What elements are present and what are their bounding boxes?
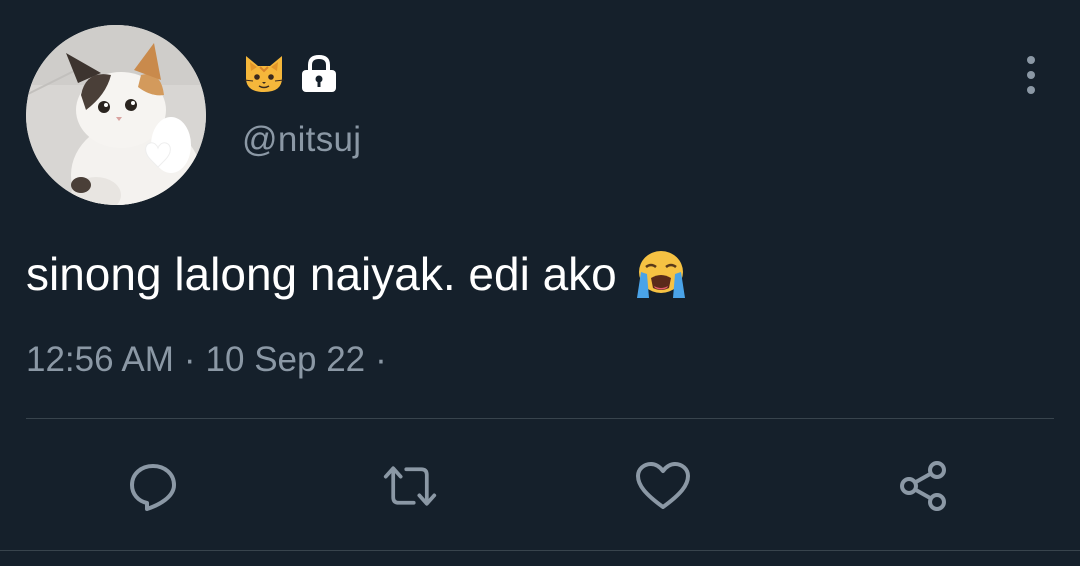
cat-face-emoji-icon [242, 52, 286, 96]
tweet-text-content: sinong lalong naiyak. edi ako [26, 248, 617, 300]
cat-avatar-image [26, 25, 206, 205]
tweet-timestamp: 12:56 AM · 10 Sep 22 · [26, 340, 397, 380]
user-handle[interactable]: @nitsuj [242, 120, 361, 160]
like-icon [636, 462, 690, 509]
divider [0, 550, 1080, 551]
separator: · [183, 340, 196, 379]
separator: · [375, 340, 387, 379]
avatar[interactable] [26, 25, 206, 205]
display-name-row [242, 52, 338, 96]
more-dot [1027, 56, 1035, 64]
retweet-icon [383, 466, 437, 506]
more-dot [1027, 86, 1035, 94]
more-options-icon[interactable] [1018, 54, 1044, 96]
tweet-detail: @nitsuj sinong lalong naiyak. edi ako 12… [0, 0, 1080, 566]
reply-icon [130, 464, 176, 511]
more-dot [1027, 71, 1035, 79]
share-button[interactable] [896, 458, 952, 514]
tweet-text: sinong lalong naiyak. edi ako [26, 245, 689, 303]
share-icon [900, 461, 946, 511]
tweet-date: 10 Sep 22 [205, 340, 366, 379]
like-button[interactable] [635, 458, 691, 514]
divider [26, 418, 1054, 419]
loudly-crying-face-emoji-icon [633, 248, 689, 300]
lock-icon [300, 54, 338, 94]
retweet-button[interactable] [382, 458, 438, 514]
reply-button[interactable] [125, 458, 181, 514]
tweet-time: 12:56 AM [26, 340, 174, 379]
